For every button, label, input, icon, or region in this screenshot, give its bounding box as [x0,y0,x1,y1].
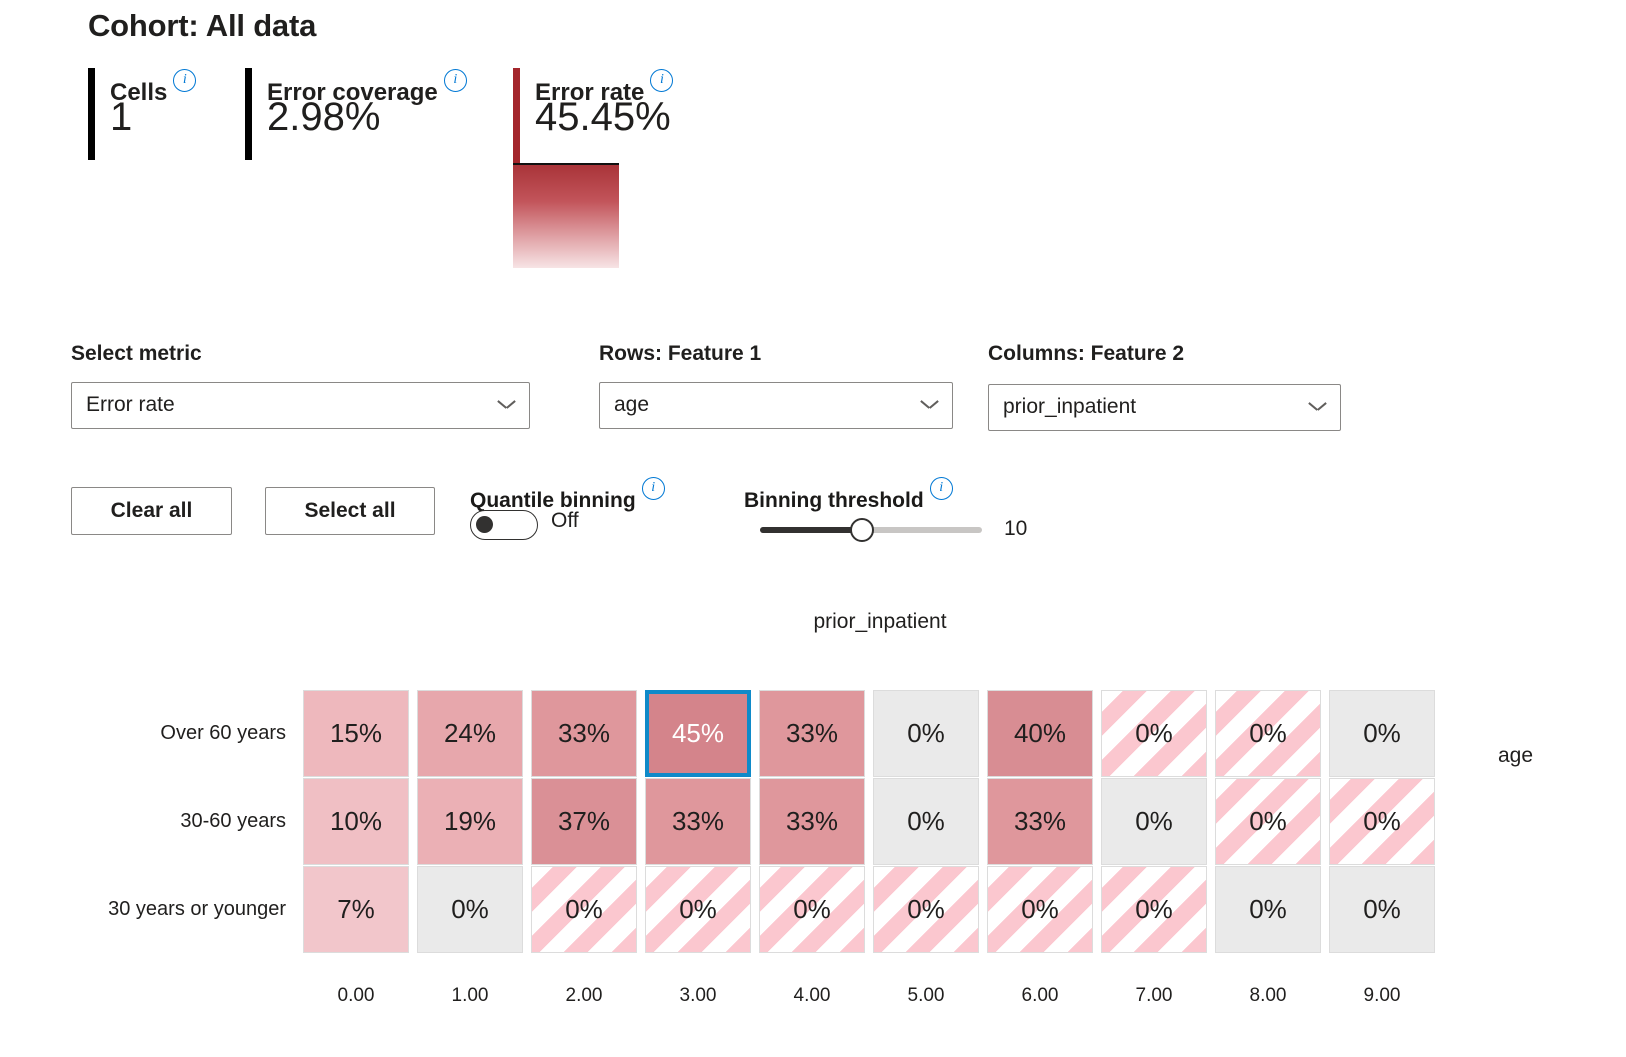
binning-threshold-value: 10 [1004,517,1027,541]
heatmap-x-tick-label: 1.00 [417,985,523,1007]
heatmap-cell[interactable]: 0% [1101,866,1207,953]
binning-threshold-label: Binning threshold [744,476,953,513]
heatmap-cell[interactable]: 0% [987,866,1093,953]
heatmap-cell[interactable]: 0% [1101,690,1207,777]
heatmap-x-tick-label: 3.00 [645,985,751,1007]
heatmap-cell[interactable]: 0% [759,866,865,953]
heatmap-cell[interactable]: 19% [417,778,523,865]
rows-feature-label: Rows: Feature 1 [599,342,761,366]
heatmap-cell[interactable]: 33% [531,690,637,777]
error-rate-gradient-bar [513,163,619,268]
select-metric-label: Select metric [71,342,202,366]
select-metric-dropdown[interactable]: Error rate [71,382,530,429]
heatmap-cell[interactable]: 0% [1215,690,1321,777]
heatmap-cell[interactable]: 0% [873,778,979,865]
toggle-knob [476,516,493,533]
heatmap-row-label: 30-60 years [180,778,286,865]
matrix-row-axis-title: age [1498,744,1533,768]
heatmap-x-tick-label: 6.00 [987,985,1093,1007]
heatmap-cell[interactable]: 33% [987,778,1093,865]
heatmap-cell[interactable]: 0% [645,866,751,953]
heatmap-cell[interactable]: 33% [645,778,751,865]
heatmap-cell[interactable]: 0% [531,866,637,953]
heatmap-cell[interactable]: 0% [1329,690,1435,777]
heatmap-cell[interactable]: 24% [417,690,523,777]
heatmap-x-tick-label: 9.00 [1329,985,1435,1007]
rows-feature-value: age [614,393,649,417]
chevron-down-icon [1309,402,1326,412]
heatmap-cell[interactable]: 0% [417,866,523,953]
info-icon[interactable] [444,69,467,92]
quantile-binning-state: Off [551,509,579,533]
heatmap-cell[interactable]: 0% [873,866,979,953]
slider-thumb[interactable] [850,518,874,542]
heatmap-cell[interactable]: 7% [303,866,409,953]
heatmap-cell[interactable]: 37% [531,778,637,865]
columns-feature-dropdown[interactable]: prior_inpatient [988,384,1341,431]
stat-accent-bar [88,68,95,160]
heatmap-x-axis: 0.00 1.00 2.00 3.00 4.00 5.00 6.00 7.00 8.00 9.00 [303,985,1433,1015]
heatmap-x-tick-label: 4.00 [759,985,865,1007]
columns-feature-value: prior_inpatient [1003,395,1136,419]
heatmap-row-label: 30 years or younger [108,866,286,953]
select-all-button[interactable]: Select all [265,487,435,535]
heatmap-x-tick-label: 5.00 [873,985,979,1007]
heatmap-cell[interactable]: 33% [759,778,865,865]
heatmap-cell[interactable]: 0% [1329,866,1435,953]
binning-threshold-label-text: Binning threshold [744,489,924,512]
heatmap-cell[interactable]: 0% [1215,866,1321,953]
heatmap-x-tick-label: 0.00 [303,985,409,1007]
quantile-binning-label: Quantile binning [470,476,665,513]
stat-value: 2.98% [267,95,380,139]
heatmap-cell[interactable]: 10% [303,778,409,865]
heatmap-row-label: Over 60 years [160,690,286,777]
heatmap-cell[interactable]: 45% [645,690,751,777]
quantile-binning-toggle[interactable] [470,510,538,540]
info-icon[interactable] [173,69,196,92]
heatmap-x-tick-label: 8.00 [1215,985,1321,1007]
stat-accent-bar [245,68,252,160]
info-icon[interactable] [642,477,665,500]
heatmap-cell[interactable]: 0% [1215,778,1321,865]
slider-track-fill [760,527,860,533]
chevron-down-icon [498,400,515,410]
binning-threshold-slider[interactable] [760,522,982,538]
stat-value: 45.45% [535,95,671,139]
info-icon[interactable] [930,477,953,500]
rows-feature-dropdown[interactable]: age [599,382,953,429]
heatmap-cell[interactable]: 0% [1329,778,1435,865]
heatmap-x-tick-label: 7.00 [1101,985,1207,1007]
stat-accent-bar [513,68,520,168]
columns-feature-label: Columns: Feature 2 [988,342,1184,366]
heatmap-cell[interactable]: 0% [1101,778,1207,865]
page-title: Cohort: All data [88,8,316,44]
clear-all-button[interactable]: Clear all [71,487,232,535]
heatmap-cell[interactable]: 15% [303,690,409,777]
info-icon[interactable] [650,69,673,92]
heatmap-cell[interactable]: 33% [759,690,865,777]
heatmap-cell[interactable]: 0% [873,690,979,777]
heatmap-cell[interactable]: 40% [987,690,1093,777]
stat-value: 1 [110,95,132,139]
matrix-column-axis-title: prior_inpatient [0,610,1626,634]
chevron-down-icon [921,400,938,410]
select-metric-value: Error rate [86,393,175,417]
heatmap-x-tick-label: 2.00 [531,985,637,1007]
